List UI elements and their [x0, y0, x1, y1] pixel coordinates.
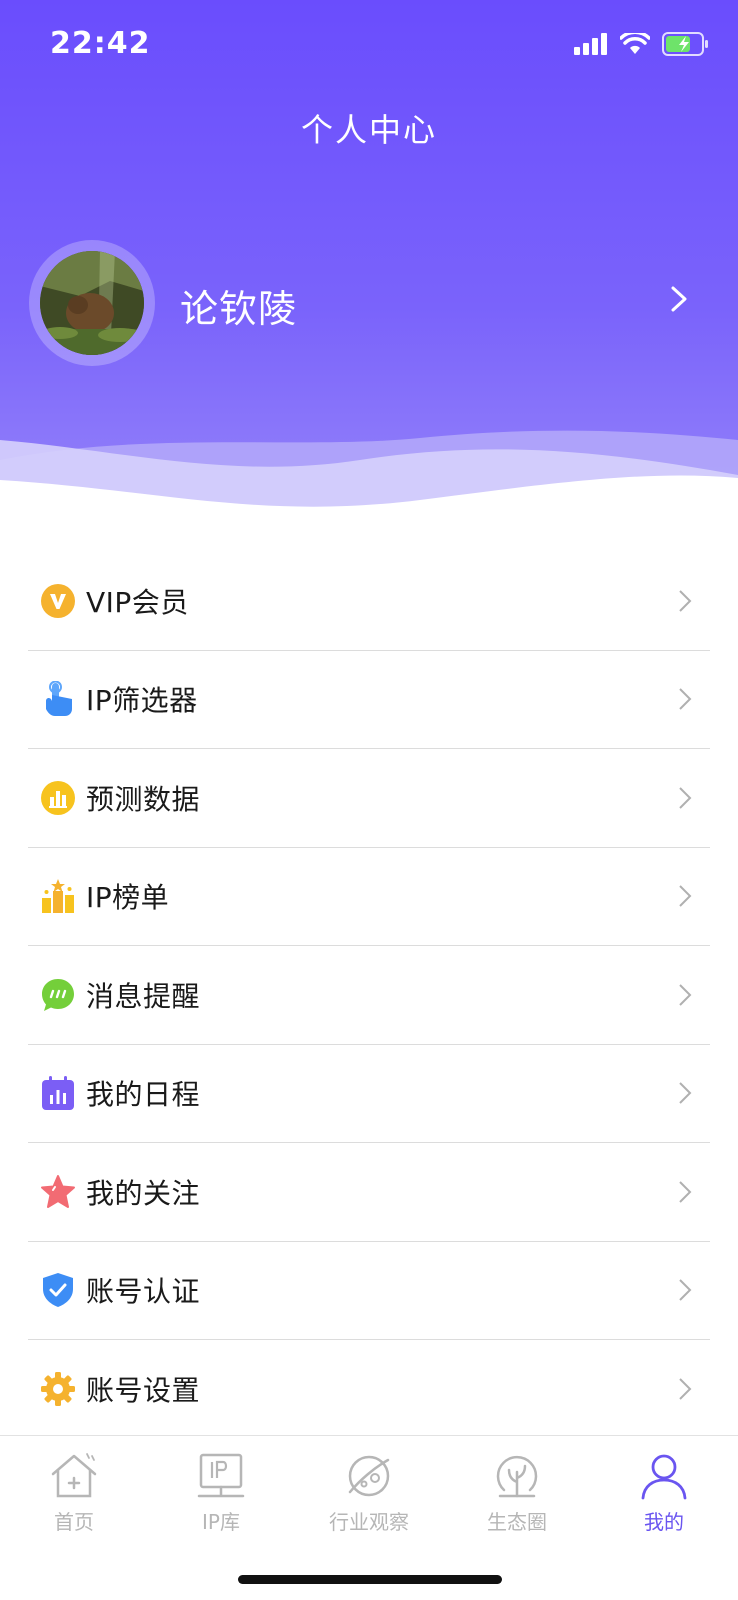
tab-label: 行业观察	[329, 1510, 409, 1534]
ranking-icon	[38, 876, 78, 916]
chevron-right-icon	[679, 688, 692, 710]
tab-label: IP库	[202, 1510, 240, 1534]
menu-label: 我的日程	[86, 1078, 201, 1112]
chevron-right-icon	[679, 1082, 692, 1104]
chevron-right-icon	[679, 1378, 692, 1400]
header-wave	[0, 430, 738, 560]
vip-icon	[38, 581, 78, 621]
menu-label: 我的关注	[86, 1176, 201, 1210]
profile-chevron-icon[interactable]	[670, 285, 688, 313]
tap-finger-icon	[38, 679, 78, 719]
chevron-right-icon	[679, 984, 692, 1006]
menu-item-verification[interactable]: 账号认证	[28, 1242, 710, 1340]
menu-label: IP榜单	[86, 881, 170, 915]
menu-item-forecast[interactable]: 预测数据	[28, 749, 710, 848]
tab-label: 首页	[54, 1510, 94, 1534]
menu-item-settings[interactable]: 账号设置	[28, 1340, 710, 1439]
home-icon	[14, 1448, 134, 1504]
signal-icon	[574, 33, 607, 55]
chevron-right-icon	[679, 1181, 692, 1203]
menu-item-ip-filter[interactable]: IP筛选器	[28, 651, 710, 749]
tab-home[interactable]: 首页	[14, 1448, 134, 1535]
menu-item-ip-ranking[interactable]: IP榜单	[28, 848, 710, 946]
menu-label: VIP会员	[86, 585, 189, 619]
tab-ip-library[interactable]: IP库	[161, 1448, 281, 1535]
bar-chart-icon	[38, 778, 78, 818]
user-icon	[604, 1448, 724, 1504]
tab-industry-watch[interactable]: 行业观察	[309, 1448, 429, 1535]
menu-label: IP筛选器	[86, 684, 198, 718]
chevron-right-icon	[679, 590, 692, 612]
menu-label: 账号认证	[86, 1275, 201, 1309]
ip-library-icon	[161, 1448, 281, 1504]
home-indicator	[238, 1575, 502, 1584]
menu-label: 预测数据	[86, 782, 201, 816]
status-bar: 22:42	[0, 0, 738, 90]
chevron-right-icon	[679, 1279, 692, 1301]
tab-label: 生态圈	[487, 1510, 547, 1534]
profile-header: 22:42 个人中心 论钦陵	[0, 0, 738, 560]
calendar-icon	[38, 1073, 78, 1113]
menu-item-following[interactable]: 我的关注	[28, 1143, 710, 1242]
message-icon	[38, 975, 78, 1015]
menu-label: 消息提醒	[86, 979, 201, 1013]
planet-icon	[309, 1448, 429, 1504]
star-icon	[38, 1172, 78, 1212]
shield-check-icon	[38, 1270, 78, 1310]
menu-item-vip[interactable]: VIP会员	[28, 552, 710, 651]
menu-label: 账号设置	[86, 1374, 201, 1408]
battery-icon	[662, 32, 708, 56]
gear-icon	[38, 1369, 78, 1409]
page-title: 个人中心	[300, 111, 437, 149]
chevron-right-icon	[679, 885, 692, 907]
avatar[interactable]	[29, 240, 155, 366]
menu-item-schedule[interactable]: 我的日程	[28, 1045, 710, 1143]
tree-icon	[457, 1448, 577, 1504]
tab-label: 我的	[644, 1510, 684, 1534]
tab-mine[interactable]: 我的	[604, 1448, 724, 1535]
chevron-right-icon	[679, 787, 692, 809]
wifi-icon	[620, 33, 650, 54]
tab-ecosystem[interactable]: 生态圈	[457, 1448, 577, 1535]
menu-item-notifications[interactable]: 消息提醒	[28, 946, 710, 1045]
status-time: 22:42	[50, 26, 151, 61]
menu-list: VIP会员 IP筛选器 预测数据 IP榜单 消息提醒 我的日程 我的关注 账号认…	[0, 552, 738, 1439]
status-icons	[574, 32, 710, 56]
username[interactable]: 论钦陵	[180, 278, 297, 333]
avatar-image	[40, 251, 144, 355]
